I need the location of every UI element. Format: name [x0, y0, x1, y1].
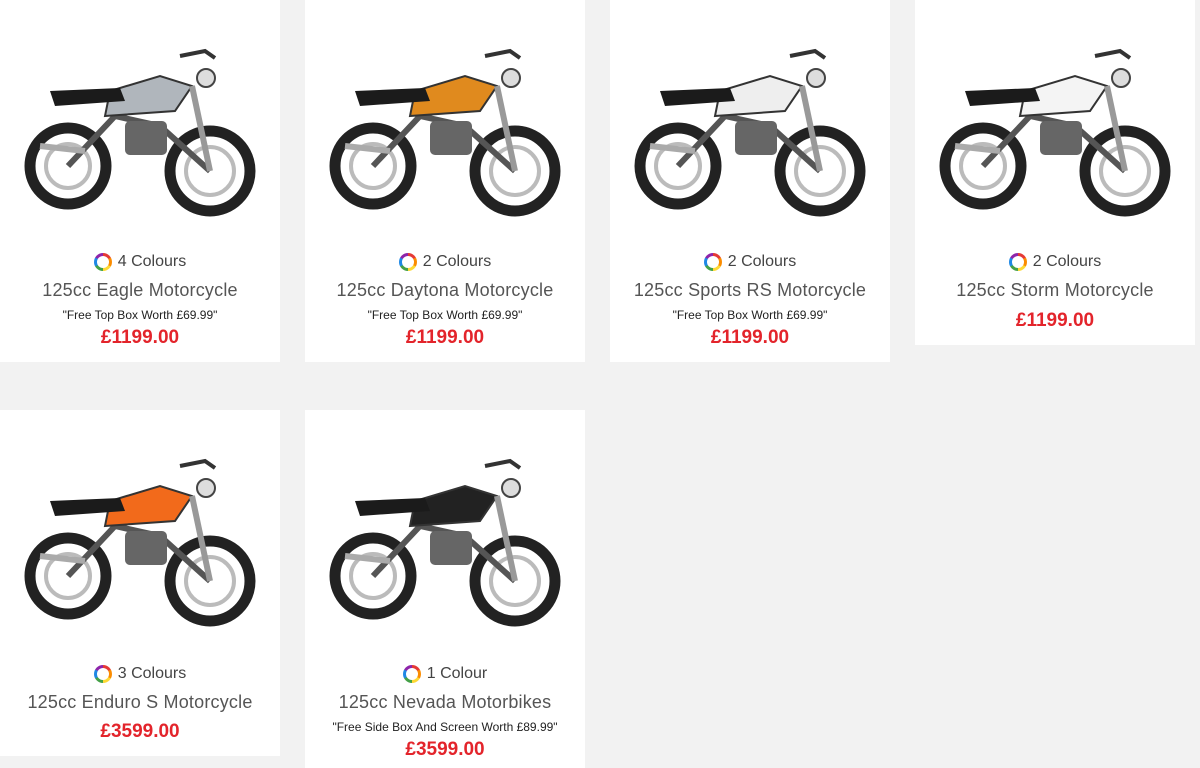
colour-wheel-icon	[1008, 253, 1027, 271]
product-price: £1199.00	[1015, 310, 1095, 331]
colour-count: 2 Colours	[727, 253, 797, 270]
motorcycle-icon	[939, 48, 1171, 217]
promo-text: "Free Top Box Worth £69.99"	[672, 308, 828, 322]
motorcycle-image[interactable]	[315, 6, 575, 228]
product-name[interactable]: 125cc Nevada Motorbikes	[305, 692, 585, 713]
product-name[interactable]: 125cc Daytona Motorcycle	[305, 280, 585, 301]
motorcycle-image[interactable]	[10, 416, 270, 638]
colour-wheel-icon	[402, 665, 421, 683]
motorcycle-icon	[329, 48, 561, 217]
motorcycle-icon	[24, 48, 256, 217]
product-name[interactable]: 125cc Sports RS Motorcycle	[610, 280, 890, 301]
product-name[interactable]: 125cc Enduro S Motorcycle	[0, 692, 280, 713]
colour-options[interactable]: 1 Colour	[305, 665, 585, 683]
product-card[interactable]: 1 Colour 125cc Nevada Motorbikes "Free S…	[305, 410, 585, 768]
product-card[interactable]: 2 Colours 125cc Daytona Motorcycle "Free…	[305, 0, 585, 362]
colour-count: 3 Colours	[117, 665, 187, 682]
promo-text: "Free Top Box Worth £69.99"	[62, 308, 218, 322]
product-card[interactable]: 3 Colours 125cc Enduro S Motorcycle £359…	[0, 410, 280, 756]
product-price: £1199.00	[710, 327, 790, 348]
product-card[interactable]: 4 Colours 125cc Eagle Motorcycle "Free T…	[0, 0, 280, 362]
colour-options[interactable]: 4 Colours	[0, 253, 280, 271]
colour-wheel-icon	[93, 253, 112, 271]
product-name[interactable]: 125cc Storm Motorcycle	[915, 280, 1195, 301]
colour-count: 2 Colours	[422, 253, 492, 270]
product-card[interactable]: 2 Colours 125cc Storm Motorcycle £1199.0…	[915, 0, 1195, 345]
product-price: £3599.00	[100, 721, 180, 742]
colour-wheel-icon	[398, 253, 417, 271]
motorcycle-icon	[329, 458, 561, 627]
colour-options[interactable]: 2 Colours	[915, 253, 1195, 271]
motorcycle-image[interactable]	[925, 6, 1185, 228]
motorcycle-image[interactable]	[315, 416, 575, 638]
motorcycle-image[interactable]	[10, 6, 270, 228]
colour-count: 2 Colours	[1032, 253, 1102, 270]
colour-wheel-icon	[93, 665, 112, 683]
product-price: £1199.00	[100, 327, 180, 348]
motorcycle-icon	[634, 48, 866, 217]
colour-wheel-icon	[703, 253, 722, 271]
colour-options[interactable]: 2 Colours	[305, 253, 585, 271]
product-price: £3599.00	[405, 739, 485, 760]
product-name[interactable]: 125cc Eagle Motorcycle	[0, 280, 280, 301]
colour-count: 4 Colours	[117, 253, 187, 270]
promo-text: "Free Side Box And Screen Worth £89.99"	[332, 720, 558, 734]
product-price: £1199.00	[405, 327, 485, 348]
product-card[interactable]: 2 Colours 125cc Sports RS Motorcycle "Fr…	[610, 0, 890, 362]
colour-count: 1 Colour	[426, 665, 488, 682]
colour-options[interactable]: 3 Colours	[0, 665, 280, 683]
motorcycle-image[interactable]	[620, 6, 880, 228]
motorcycle-icon	[24, 458, 256, 627]
colour-options[interactable]: 2 Colours	[610, 253, 890, 271]
promo-text: "Free Top Box Worth £69.99"	[367, 308, 523, 322]
